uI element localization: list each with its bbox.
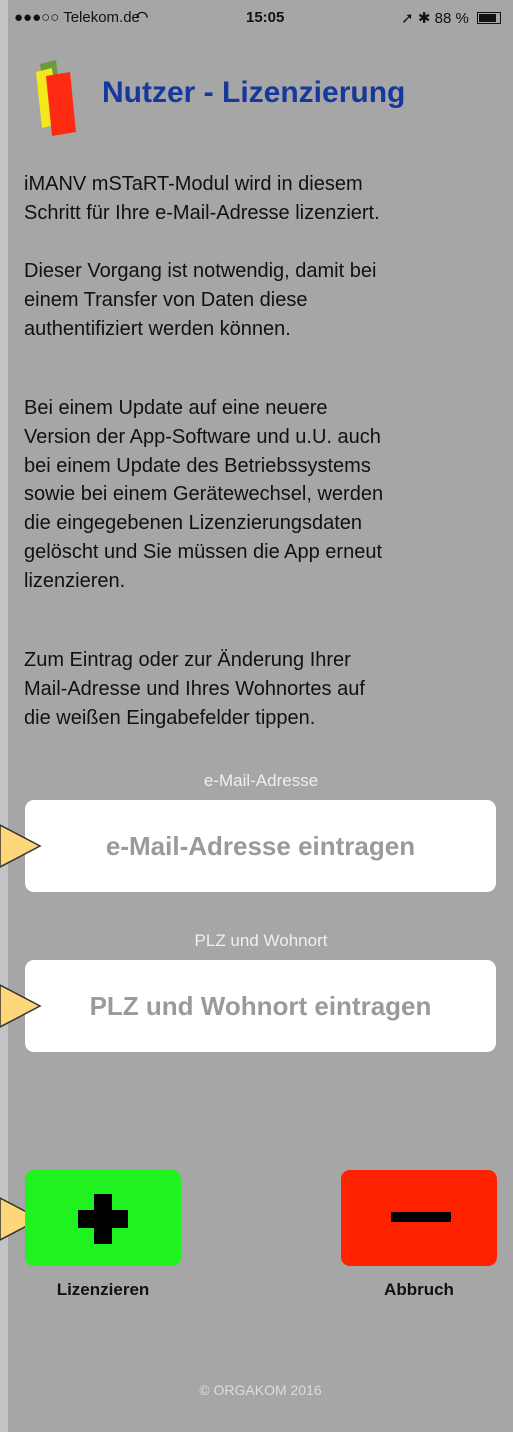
battery-status: ➚ ✱ 88 % [401,9,501,27]
minus-icon [391,1212,451,1222]
battery-percent: 88 % [434,10,469,27]
update-notice-paragraph: Bei einem Update auf eine neuere Version… [24,397,384,592]
license-button-label: Lizenzieren [56,1280,150,1299]
license-button[interactable] [25,1170,181,1266]
cancel-button[interactable] [341,1170,497,1266]
plz-field-label: PLZ und Wohnort [194,931,328,950]
battery-icon [477,12,501,24]
instruction-paragraph: Zum Eintrag oder zur Änderung Ihrer Mail… [24,649,365,729]
location-arrow-icon: ➚ [401,10,414,27]
copyright-footer: © ORGAKOM 2016 [199,1382,322,1398]
bluetooth-icon: ✱ [417,10,431,27]
wifi-icon: ◠ [136,8,149,24]
page-title: Nutzer - Lizenzierung [102,76,406,109]
purpose-paragraph: Dieser Vorgang ist notwendig, damit bei … [24,260,377,340]
callout-arrow-icon [0,984,42,1028]
intro-paragraph: iMANV mSTaRT-Modul wird in diesem Schrit… [24,173,380,224]
carrier-label: ●●●○○ Telekom.de [14,9,140,26]
email-field-label: e-Mail-Adresse [203,771,319,790]
clock: 15:05 [246,9,285,26]
app-logo-icon [36,60,76,136]
email-field[interactable] [25,800,496,892]
callout-arrow-icon [0,824,42,868]
plz-wohnort-field[interactable] [25,960,496,1052]
status-bar: ●●●○○ Telekom.de ◠ 15:05 ➚ ✱ 88 % [8,0,513,34]
cancel-button-label: Abbruch [384,1280,454,1299]
